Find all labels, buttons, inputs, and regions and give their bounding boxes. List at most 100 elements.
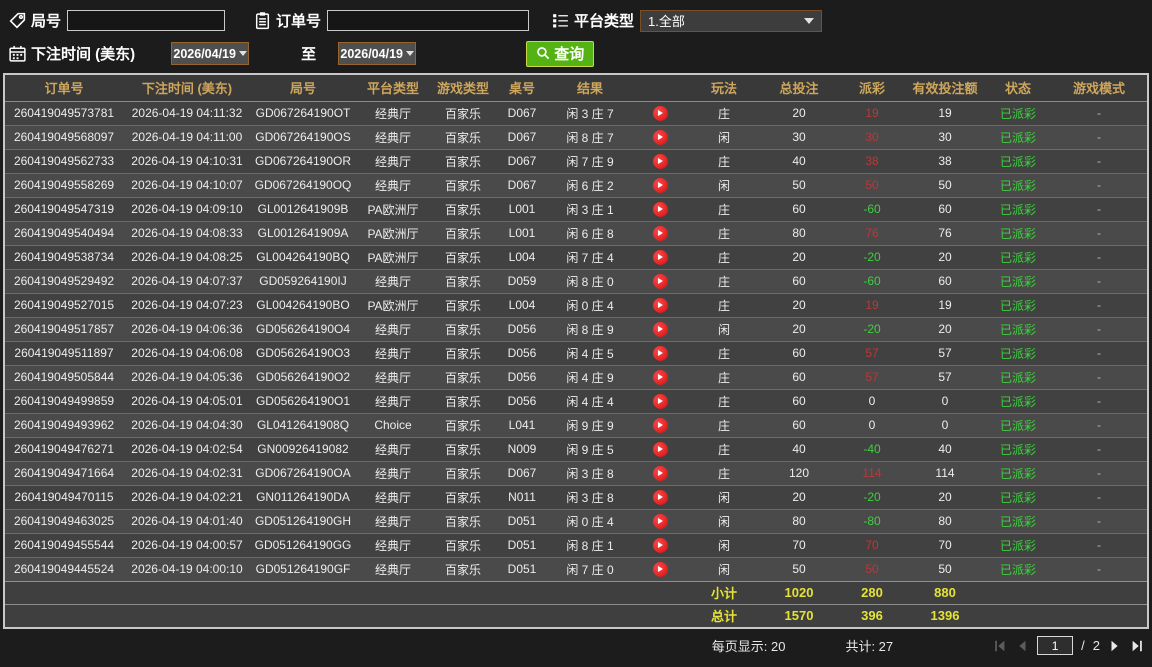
video-cell	[631, 485, 689, 509]
table-row: 260419049505844 2026-04-19 04:05:36 GD0562…	[5, 365, 1147, 389]
order-no-cell: 260419049540494	[13, 226, 115, 240]
video-cell	[631, 509, 689, 533]
play-side-cell: 庄	[717, 370, 730, 385]
play-video-icon[interactable]	[652, 537, 668, 553]
total-bet-cell: 60	[792, 202, 806, 216]
query-button-label: 查询	[554, 46, 585, 63]
play-video-icon[interactable]	[652, 345, 668, 361]
result-cell: 闲 6 庄 2	[566, 178, 614, 193]
game-type-cell: 百家乐	[444, 202, 481, 217]
col-round-no: 局号	[251, 75, 355, 102]
video-cell	[631, 317, 689, 341]
col-platform: 平台类型	[355, 75, 431, 102]
filter-row-top: 局号 订单号 平台类型 1.全部	[0, 4, 1152, 37]
round-no-cell: GD067264190OA	[255, 466, 351, 480]
play-video-icon[interactable]	[652, 465, 668, 481]
valid-bet-cell: 76	[938, 226, 952, 240]
play-side-cell: 庄	[717, 298, 730, 313]
pagination-footer: 每页显示: 20 共计: 27 / 2	[0, 629, 1152, 662]
order-no-cell: 260419049470115	[14, 490, 114, 504]
platform-cell: 经典厅	[374, 466, 411, 481]
platform-select[interactable]: 1.全部	[640, 9, 823, 32]
platform-cell: PA欧洲厅	[367, 250, 419, 265]
play-video-icon[interactable]	[652, 249, 668, 265]
table-no-cell: D067	[507, 178, 537, 192]
play-video-icon[interactable]	[652, 201, 668, 217]
chevron-down-icon	[405, 51, 414, 56]
play-video-icon[interactable]	[652, 417, 668, 433]
play-video-icon[interactable]	[652, 273, 668, 289]
game-type-cell: 百家乐	[444, 538, 481, 553]
valid-bet-cell: 20	[938, 322, 952, 336]
platform-cell: 经典厅	[374, 538, 411, 553]
bet-time-cell: 2026-04-19 04:08:25	[131, 250, 243, 264]
play-side-cell: 庄	[717, 154, 730, 169]
total-bet-cell: 80	[792, 226, 806, 240]
table-row: 260419049476271 2026-04-19 04:02:54 GN0092…	[5, 437, 1147, 461]
table-row: 260419049499859 2026-04-19 04:05:01 GD0562…	[5, 389, 1147, 413]
round-filter-label: 局号	[31, 13, 62, 30]
platform-cell: PA欧洲厅	[367, 226, 419, 241]
table-no-cell: D059	[507, 274, 537, 288]
play-triangle	[658, 254, 663, 261]
table-header-row: 订单号 下注时间 (美东) 局号 平台类型 游戏类型 桌号 结果 玩法 总投注 …	[5, 75, 1147, 102]
valid-bet-cell: 0	[941, 418, 949, 432]
result-cell: 闲 4 庄 5	[566, 346, 614, 361]
order-no-cell: 260419049517857	[13, 322, 115, 336]
game-mode-cell: -	[1097, 106, 1101, 120]
play-video-icon[interactable]	[652, 393, 668, 409]
platform-cell: 经典厅	[374, 154, 411, 169]
play-side-cell: 闲	[717, 322, 730, 337]
subtotal-spacer	[5, 581, 689, 604]
result-cell: 闲 6 庄 8	[566, 226, 614, 241]
first-page-icon[interactable]	[993, 639, 1007, 653]
play-side-cell: 庄	[717, 202, 730, 217]
order-no-cell: 260419049499859	[13, 394, 115, 408]
table-no-cell: D067	[507, 130, 537, 144]
play-video-icon[interactable]	[652, 129, 668, 145]
platform-select-value: 1.全部	[648, 14, 685, 29]
page-input[interactable]	[1037, 636, 1074, 655]
order-no-cell: 260419049538734	[13, 250, 115, 264]
records-table: 订单号 下注时间 (美东) 局号 平台类型 游戏类型 桌号 结果 玩法 总投注 …	[5, 75, 1147, 627]
status-cell: 已派彩	[999, 154, 1036, 169]
play-video-icon[interactable]	[652, 513, 668, 529]
play-video-icon[interactable]	[652, 369, 668, 385]
game-mode-cell: -	[1097, 394, 1101, 408]
game-mode-cell: -	[1097, 154, 1101, 168]
query-button[interactable]: 查询	[526, 40, 595, 67]
status-cell: 已派彩	[999, 130, 1036, 145]
play-video-icon[interactable]	[652, 225, 668, 241]
play-side-cell: 庄	[717, 346, 730, 361]
payout-cell: 57	[865, 346, 879, 360]
valid-bet-cell: 19	[938, 298, 952, 312]
status-cell: 已派彩	[999, 418, 1036, 433]
table-no-cell: L004	[508, 250, 536, 264]
date-from-picker[interactable]: 2026/04/19	[171, 42, 250, 65]
play-video-icon[interactable]	[652, 441, 668, 457]
platform-cell: 经典厅	[374, 274, 411, 289]
prev-page-icon[interactable]	[1015, 639, 1029, 653]
video-cell	[631, 221, 689, 245]
round-no-cell: GD056264190O1	[255, 394, 351, 408]
play-video-icon[interactable]	[652, 321, 668, 337]
platform-cell: 经典厅	[374, 130, 411, 145]
total-bet-cell: 70	[792, 538, 806, 552]
play-video-icon[interactable]	[652, 105, 668, 121]
play-triangle	[658, 494, 663, 501]
play-video-icon[interactable]	[652, 297, 668, 313]
game-mode-cell: -	[1097, 538, 1101, 552]
game-mode-cell: -	[1097, 514, 1101, 528]
play-video-icon[interactable]	[652, 153, 668, 169]
valid-bet-cell: 60	[938, 274, 952, 288]
play-video-icon[interactable]	[652, 177, 668, 193]
table-no-cell: D056	[507, 346, 537, 360]
date-to-picker[interactable]: 2026/04/19	[338, 42, 417, 65]
platform-cell: 经典厅	[374, 442, 411, 457]
order-input[interactable]	[327, 10, 530, 31]
next-page-icon[interactable]	[1108, 639, 1122, 653]
play-video-icon[interactable]	[652, 489, 668, 505]
last-page-icon[interactable]	[1130, 639, 1144, 653]
play-video-icon[interactable]	[652, 561, 668, 577]
round-input[interactable]	[67, 10, 226, 31]
